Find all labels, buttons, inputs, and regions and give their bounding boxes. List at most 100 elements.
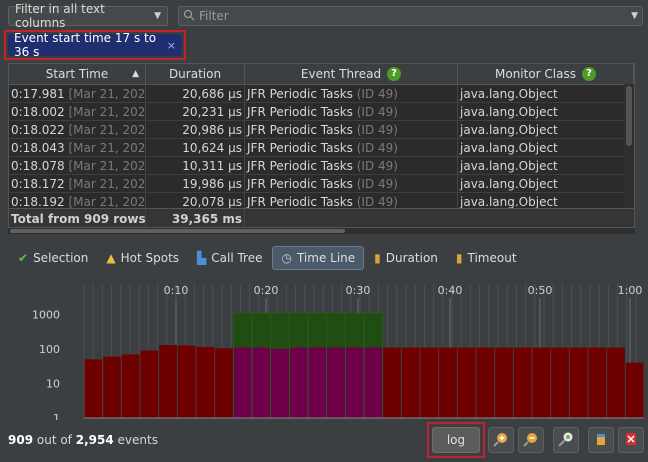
cell-duration: 10,311 µs xyxy=(146,157,245,174)
vertical-scrollbar[interactable] xyxy=(624,84,634,208)
time-line-icon: ◷ xyxy=(281,251,292,265)
chart-bar xyxy=(233,347,252,418)
chart-bar xyxy=(159,345,177,418)
zoom-in-icon xyxy=(493,431,509,450)
chevron-down-icon: ▼ xyxy=(154,11,161,21)
table-header: Start Time ▲ Duration Event Thread ? Mon… xyxy=(9,64,634,85)
chart-bar xyxy=(439,347,457,418)
tab-hot-spots[interactable]: ▲ Hot Spots xyxy=(98,246,187,270)
x-tick-label: 0:20 xyxy=(254,284,279,297)
events-table: Start Time ▲ Duration Event Thread ? Mon… xyxy=(8,63,635,228)
help-icon[interactable]: ? xyxy=(387,67,402,81)
chart-bar xyxy=(476,347,495,418)
tab-selection[interactable]: ✔ Selection xyxy=(10,246,96,270)
cell-event-thread: JFR Periodic Tasks (ID 49) xyxy=(245,85,458,102)
x-tick-label: 0:50 xyxy=(528,284,553,297)
chart-bar xyxy=(607,347,625,418)
total-label: Total from 909 rows: xyxy=(9,209,146,227)
log-scale-button[interactable]: log xyxy=(432,427,480,453)
x-tick-label: 0:10 xyxy=(164,284,189,297)
tab-call-tree[interactable]: ▙ Call Tree xyxy=(189,246,270,270)
cell-event-thread: JFR Periodic Tasks (ID 49) xyxy=(245,121,458,138)
table-row[interactable]: 0:18.043 [Mar 21, 2023, ...10,624 µsJFR … xyxy=(9,139,634,157)
table-row[interactable]: 0:18.022 [Mar 21, 2023, ...20,986 µsJFR … xyxy=(9,121,634,139)
clear-button[interactable] xyxy=(618,427,644,453)
timeout-icon: ▮ xyxy=(455,251,463,265)
filter-input[interactable]: Filter ▼ xyxy=(178,6,643,26)
chevron-down-icon[interactable]: ▼ xyxy=(631,11,638,21)
column-header-monitor-class[interactable]: Monitor Class ? xyxy=(458,64,634,84)
cell-event-thread: JFR Periodic Tasks (ID 49) xyxy=(245,175,458,192)
chart-bar xyxy=(327,347,345,418)
cell-duration: 20,986 µs xyxy=(146,121,245,138)
table-row[interactable]: 0:18.172 [Mar 21, 2023, ...19,986 µsJFR … xyxy=(9,175,634,193)
timeline-chart[interactable]: 0:10 0:20 0:30 0:40 0:50 1:00 1000 100 10 1 xyxy=(8,278,644,420)
chart-bar xyxy=(84,359,103,418)
y-tick-label: 10 xyxy=(46,377,60,390)
horizontal-scrollbar[interactable] xyxy=(8,228,635,234)
paint-bucket-icon xyxy=(593,431,609,450)
chart-bar xyxy=(196,346,215,418)
cell-monitor-class: java.lang.Object xyxy=(458,175,634,192)
active-filter-label: Event start time 17 s to 36 s xyxy=(14,31,157,59)
chart-bar xyxy=(383,347,401,418)
color-settings-button[interactable] xyxy=(588,427,614,453)
cell-monitor-class: java.lang.Object xyxy=(458,157,634,174)
chart-bar xyxy=(364,347,383,418)
tab-time-line[interactable]: ◷ Time Line xyxy=(272,246,365,270)
table-body: 0:17.981 [Mar 21, 2023, ...20,686 µsJFR … xyxy=(9,85,634,211)
help-icon[interactable]: ? xyxy=(582,67,596,81)
chart-bar xyxy=(625,362,644,418)
histogram-icon: ▮ xyxy=(374,251,381,265)
column-header-duration[interactable]: Duration xyxy=(146,64,245,84)
cell-duration: 20,231 µs xyxy=(146,103,245,120)
tab-duration[interactable]: ▮ Duration xyxy=(366,246,446,270)
cell-duration: 20,686 µs xyxy=(146,85,245,102)
cell-monitor-class: java.lang.Object xyxy=(458,103,634,120)
chart-bar xyxy=(532,347,551,418)
chart-bar xyxy=(345,347,364,418)
chart-bar xyxy=(252,347,271,418)
zoom-out-button[interactable] xyxy=(518,427,544,453)
y-tick-label: 1 xyxy=(53,412,60,420)
cell-duration: 10,624 µs xyxy=(146,139,245,156)
cell-start-time: 0:18.172 [Mar 21, 2023, ... xyxy=(11,175,146,192)
column-header-start-time[interactable]: Start Time ▲ xyxy=(9,64,146,84)
call-tree-icon: ▙ xyxy=(197,251,207,265)
active-filter-chip[interactable]: Event start time 17 s to 36 s × xyxy=(8,31,182,59)
column-filter-dropdown[interactable]: Filter in all text columns ▼ xyxy=(8,2,168,30)
filter-placeholder: Filter xyxy=(199,9,229,23)
column-header-event-thread[interactable]: Event Thread ? xyxy=(245,64,458,84)
zoom-in-button[interactable] xyxy=(488,427,514,453)
total-value: 39,365 ms xyxy=(146,209,245,227)
tab-timeout[interactable]: ▮ Timeout xyxy=(448,246,525,270)
chart-bar xyxy=(308,347,327,418)
clear-icon xyxy=(623,431,639,450)
x-tick-label: 0:40 xyxy=(438,284,463,297)
chart-bar xyxy=(420,347,439,418)
cell-event-thread: JFR Periodic Tasks (ID 49) xyxy=(245,157,458,174)
cell-start-time: 0:18.078 [Mar 21, 2023, ... xyxy=(11,157,146,174)
chart-bar xyxy=(177,345,196,418)
table-row[interactable]: 0:17.981 [Mar 21, 2023, ...20,686 µsJFR … xyxy=(9,85,634,103)
x-tick-label: 1:00 xyxy=(618,284,643,297)
table-row[interactable]: 0:18.002 [Mar 21, 2023, ...20,231 µsJFR … xyxy=(9,103,634,121)
view-tabs: ✔ Selection ▲ Hot Spots ▙ Call Tree ◷ Ti… xyxy=(10,246,527,270)
chart-bar xyxy=(271,348,289,418)
chart-bar xyxy=(401,347,420,418)
chart-bar xyxy=(457,347,476,418)
column-filter-label: Filter in all text columns xyxy=(15,2,105,30)
table-row[interactable]: 0:18.078 [Mar 21, 2023, ...10,311 µsJFR … xyxy=(9,157,634,175)
chart-bar xyxy=(551,347,569,418)
chart-bar xyxy=(103,356,121,418)
warning-icon: ▲ xyxy=(106,251,116,265)
zoom-out-icon xyxy=(523,431,539,450)
zoom-fit-button[interactable] xyxy=(553,427,579,453)
scrollbar-thumb[interactable] xyxy=(10,229,345,233)
y-tick-label: 1000 xyxy=(32,308,60,321)
scrollbar-thumb[interactable] xyxy=(626,86,632,146)
chart-bar xyxy=(569,347,588,418)
cell-start-time: 0:18.022 [Mar 21, 2023, ... xyxy=(11,121,146,138)
chart-bar xyxy=(121,354,140,418)
close-icon[interactable]: × xyxy=(167,39,176,52)
